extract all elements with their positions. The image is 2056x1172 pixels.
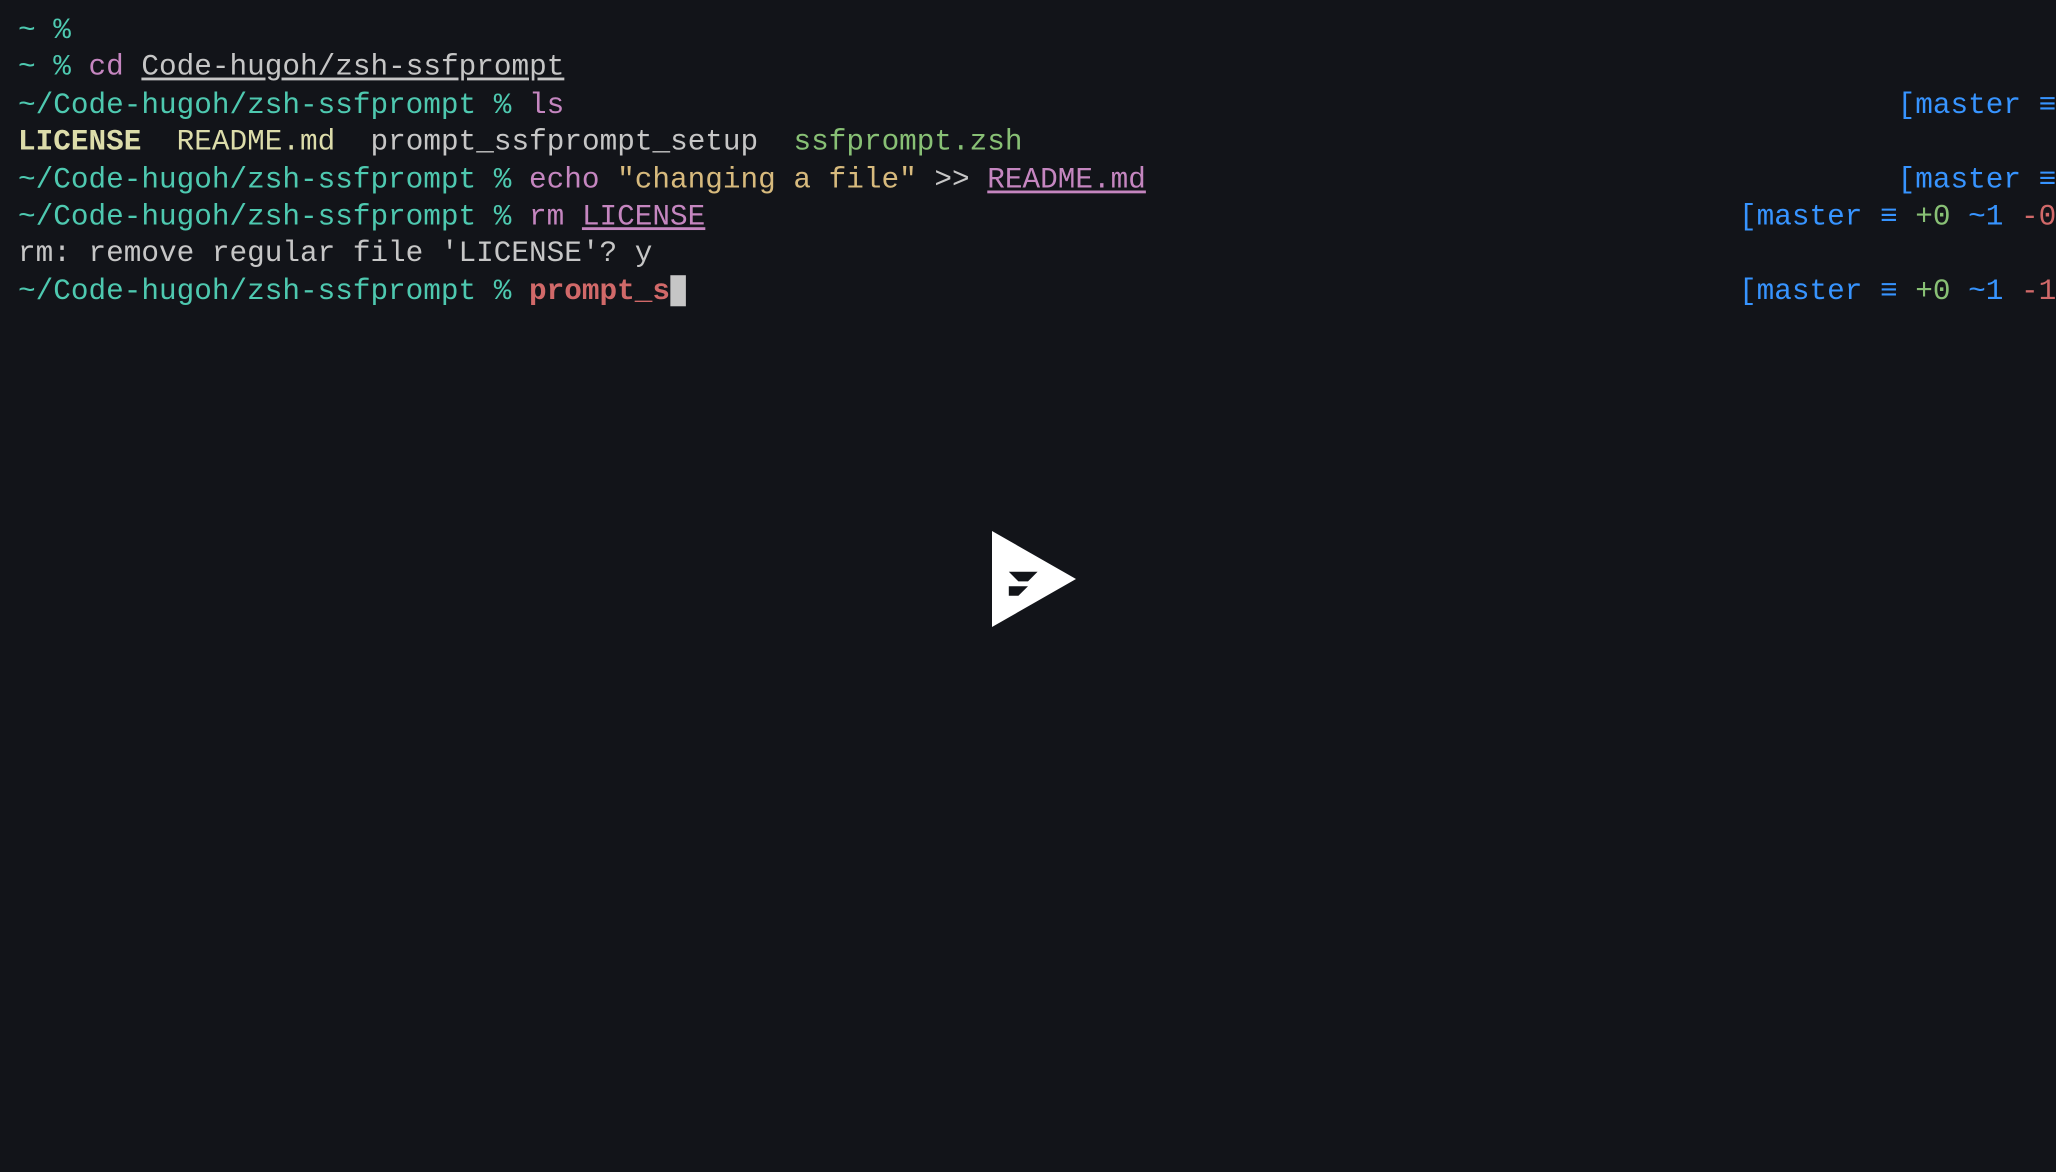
gap: [335, 126, 370, 163]
play-button[interactable]: [968, 519, 1088, 639]
terminal-line-active: ~/Code-hugoh/zsh-ssfprompt % prompt_s [m…: [18, 275, 2056, 312]
command-arg: LICENSE: [582, 200, 705, 237]
file-setup: prompt_ssfprompt_setup: [370, 126, 758, 163]
git-sync-icon: ≡: [2021, 163, 2056, 200]
prompt-path: ~: [18, 51, 36, 88]
terminal-line: ~ % cd Code-hugoh/zsh-ssfprompt: [18, 51, 2056, 88]
git-added: +0: [1915, 275, 1950, 312]
git-sync-icon: ≡: [1862, 275, 1915, 312]
prompt-separator: %: [476, 200, 529, 237]
git-branch: master: [1757, 200, 1863, 237]
terminal-line: ~/Code-hugoh/zsh-ssfprompt % rm LICENSE …: [18, 200, 2056, 237]
git-status: [master ≡ +0 ~1 -0]: [1739, 200, 2056, 237]
prompt-path: ~/Code-hugoh/zsh-ssfprompt: [18, 163, 476, 200]
file-ssfprompt: ssfprompt.zsh: [793, 126, 1022, 163]
git-branch: master: [1915, 89, 2021, 126]
gap: [2003, 275, 2021, 312]
git-bracket-open: [: [1898, 163, 1916, 200]
prompt-separator: %: [476, 275, 529, 312]
git-bracket-open: [: [1739, 200, 1757, 237]
command: cd: [89, 51, 124, 88]
gap: [2003, 200, 2021, 237]
git-added: +0: [1915, 200, 1950, 237]
git-bracket-open: [: [1739, 275, 1757, 312]
typed-input[interactable]: prompt_s: [529, 275, 670, 312]
gap: [758, 126, 793, 163]
prompt-separator: %: [36, 14, 89, 51]
git-bracket-open: [: [1898, 89, 1916, 126]
space: [564, 200, 582, 237]
file-license: LICENSE: [18, 126, 141, 163]
git-deleted: -1: [2021, 275, 2056, 312]
git-modified: ~1: [1968, 275, 2003, 312]
prompt-separator: %: [476, 163, 529, 200]
prompt-path: ~: [18, 14, 36, 51]
terminal-line: ~/Code-hugoh/zsh-ssfprompt % ls [master …: [18, 89, 2056, 126]
ls-output: LICENSE README.md prompt_ssfprompt_setup…: [18, 126, 1023, 163]
gap: [1950, 275, 1968, 312]
git-branch: master: [1915, 163, 2021, 200]
prompt-separator: %: [36, 51, 89, 88]
gap: [1950, 200, 1968, 237]
git-status: [master ≡]: [1898, 89, 2056, 126]
git-deleted: -0: [2021, 200, 2056, 237]
file-readme: README.md: [177, 126, 336, 163]
space: [917, 163, 935, 200]
gap: [141, 126, 176, 163]
command: echo: [529, 163, 599, 200]
prompt-path: ~/Code-hugoh/zsh-ssfprompt: [18, 89, 476, 126]
git-modified: ~1: [1968, 200, 2003, 237]
terminal-line: LICENSE README.md prompt_ssfprompt_setup…: [18, 126, 2056, 163]
command: rm: [529, 200, 564, 237]
prompt-path: ~/Code-hugoh/zsh-ssfprompt: [18, 275, 476, 312]
prompt-separator: %: [476, 89, 529, 126]
play-icon: [968, 519, 1088, 639]
command-arg: README.md: [987, 163, 1146, 200]
git-status: [master ≡ +0 ~1 -1]: [1739, 275, 2056, 312]
string-arg: "changing a file": [617, 163, 917, 200]
git-sync-icon: ≡: [1862, 200, 1915, 237]
terminal-line: ~/Code-hugoh/zsh-ssfprompt % echo "chang…: [18, 163, 2056, 200]
prompt-path: ~/Code-hugoh/zsh-ssfprompt: [18, 200, 476, 237]
git-status: [master ≡]: [1898, 163, 2056, 200]
cursor: [670, 275, 686, 306]
space: [124, 51, 142, 88]
redirect-op: >>: [934, 163, 969, 200]
git-sync-icon: ≡: [2021, 89, 2056, 126]
terminal-line: ~ %: [18, 14, 2056, 51]
space: [600, 163, 618, 200]
git-branch: master: [1757, 275, 1863, 312]
rm-prompt-output: rm: remove regular file 'LICENSE'? y: [18, 238, 652, 275]
terminal-line: rm: remove regular file 'LICENSE'? y: [18, 238, 2056, 275]
command: ls: [529, 89, 564, 126]
space: [970, 163, 988, 200]
command-arg: Code-hugoh/zsh-ssfprompt: [141, 51, 564, 88]
